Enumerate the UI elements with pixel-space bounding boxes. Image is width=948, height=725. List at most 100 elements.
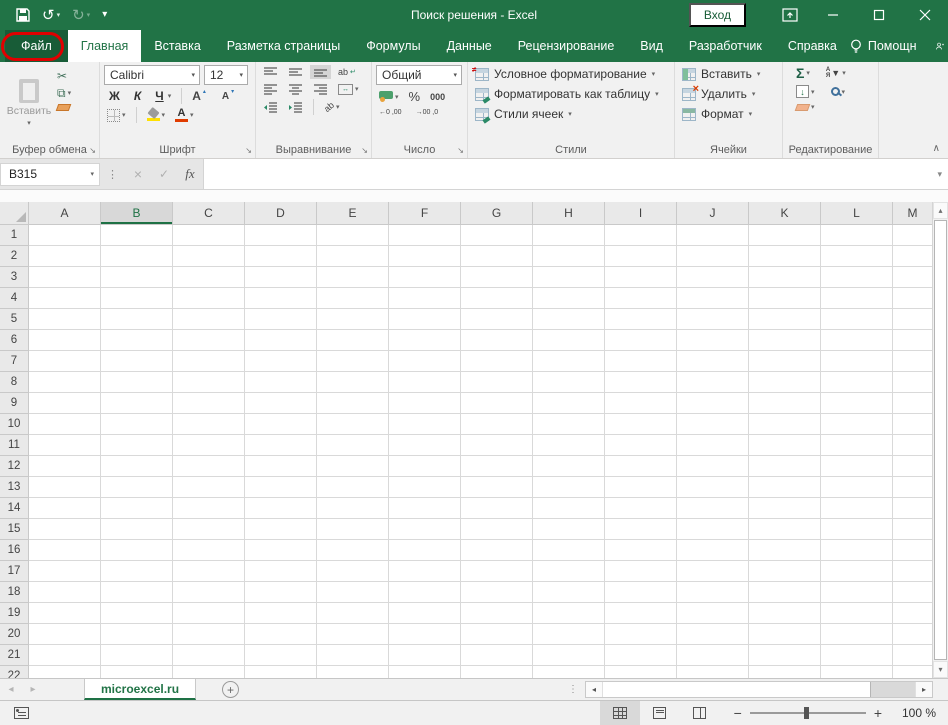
align-left-button[interactable]	[260, 82, 281, 96]
vertical-scrollbar-thumb[interactable]	[934, 220, 947, 660]
decrease-font-size-button[interactable]: А▾	[219, 90, 243, 103]
horizontal-scrollbar-thumb[interactable]	[603, 682, 871, 697]
decrease-indent-button[interactable]	[260, 100, 281, 114]
grid-cell[interactable]	[749, 267, 821, 288]
page-break-view-button[interactable]	[680, 701, 720, 725]
maximize-button[interactable]	[856, 0, 902, 30]
grid-cell[interactable]	[101, 477, 173, 498]
grid-cell[interactable]	[29, 267, 101, 288]
grid-cell[interactable]	[101, 267, 173, 288]
grid-cell[interactable]	[317, 267, 389, 288]
grid-cell[interactable]	[245, 666, 317, 678]
grid-cell[interactable]	[317, 477, 389, 498]
grid-cell[interactable]	[821, 288, 893, 309]
grid-cell[interactable]	[389, 603, 461, 624]
grid-cell[interactable]	[389, 330, 461, 351]
zoom-slider-thumb[interactable]	[804, 707, 809, 719]
grid-cell[interactable]	[821, 414, 893, 435]
grid-cell[interactable]	[533, 456, 605, 477]
grid-cell[interactable]	[749, 624, 821, 645]
name-box[interactable]: B315 ▾	[0, 163, 100, 186]
zoom-slider[interactable]	[750, 712, 866, 714]
row-header[interactable]: 10	[0, 414, 29, 435]
grid-cell[interactable]	[749, 561, 821, 582]
grid-cell[interactable]	[29, 498, 101, 519]
grid-cell[interactable]	[173, 582, 245, 603]
grid-cell[interactable]	[605, 225, 677, 246]
row-header[interactable]: 15	[0, 519, 29, 540]
grid-cell[interactable]	[461, 645, 533, 666]
tab-file[interactable]: Файл	[5, 30, 68, 62]
ribbon-tab-6[interactable]: Вид	[627, 30, 676, 62]
grid-cell[interactable]	[461, 351, 533, 372]
grid-cell[interactable]	[173, 519, 245, 540]
grid-cell[interactable]	[389, 372, 461, 393]
grid-cell[interactable]	[173, 624, 245, 645]
grid-cell[interactable]	[893, 498, 932, 519]
grid-cell[interactable]	[821, 624, 893, 645]
increase-font-size-button[interactable]: А▴	[189, 88, 215, 104]
align-middle-button[interactable]	[285, 65, 306, 79]
column-header[interactable]: E	[317, 202, 389, 225]
bold-button[interactable]: Ж	[104, 88, 125, 104]
grid-cell[interactable]	[173, 225, 245, 246]
clear-button[interactable]: ▾	[793, 102, 818, 112]
normal-view-button[interactable]	[600, 701, 640, 725]
grid-cell[interactable]	[461, 624, 533, 645]
formula-bar-resize-handle[interactable]: ⋮	[100, 168, 125, 181]
grid-cell[interactable]	[173, 414, 245, 435]
grid-cell[interactable]	[821, 603, 893, 624]
column-header[interactable]: I	[605, 202, 677, 225]
grid-cell[interactable]	[821, 225, 893, 246]
grid-cell[interactable]	[893, 288, 932, 309]
grid-cell[interactable]	[605, 267, 677, 288]
grid-cell[interactable]	[173, 435, 245, 456]
grid-cell[interactable]	[893, 582, 932, 603]
select-all-button[interactable]	[0, 202, 29, 225]
grid-cell[interactable]	[461, 540, 533, 561]
grid-cell[interactable]	[893, 603, 932, 624]
minimize-button[interactable]	[810, 0, 856, 30]
grid-cell[interactable]	[677, 414, 749, 435]
grid-cell[interactable]	[821, 477, 893, 498]
grid-cell[interactable]	[173, 498, 245, 519]
grid-cell[interactable]	[173, 246, 245, 267]
grid-cell[interactable]	[533, 540, 605, 561]
grid-cell[interactable]	[893, 477, 932, 498]
cancel-entry-button[interactable]: ×	[125, 166, 151, 182]
column-header[interactable]: J	[677, 202, 749, 225]
grid-cell[interactable]	[101, 456, 173, 477]
grid-cell[interactable]	[173, 372, 245, 393]
grid-cell[interactable]	[533, 330, 605, 351]
grid-cell[interactable]	[101, 582, 173, 603]
grid-cell[interactable]	[605, 477, 677, 498]
grid-cell[interactable]	[821, 435, 893, 456]
column-header[interactable]: C	[173, 202, 245, 225]
grid-cell[interactable]	[101, 414, 173, 435]
grid-cell[interactable]	[893, 246, 932, 267]
format-painter-button[interactable]	[54, 103, 74, 112]
grid-cell[interactable]	[317, 414, 389, 435]
grid-cell[interactable]	[605, 309, 677, 330]
row-header[interactable]: 19	[0, 603, 29, 624]
format-as-table-button[interactable]: Форматировать как таблицу ▾	[472, 85, 670, 103]
grid-cell[interactable]	[101, 519, 173, 540]
grid-cell[interactable]	[893, 225, 932, 246]
grid-cell[interactable]	[821, 393, 893, 414]
grid-cell[interactable]	[605, 645, 677, 666]
grid-cell[interactable]	[101, 351, 173, 372]
grid-cell[interactable]	[317, 582, 389, 603]
scroll-up-button[interactable]: ▴	[933, 202, 948, 219]
scroll-right-button[interactable]: ▸	[915, 682, 932, 697]
grid-cell[interactable]	[461, 666, 533, 678]
grid-cell[interactable]	[29, 393, 101, 414]
grid-cell[interactable]	[749, 372, 821, 393]
grid-cell[interactable]	[533, 477, 605, 498]
grid-cell[interactable]	[245, 330, 317, 351]
grid-cell[interactable]	[677, 603, 749, 624]
grid-cell[interactable]	[317, 309, 389, 330]
align-right-button[interactable]	[310, 82, 331, 96]
column-header[interactable]: D	[245, 202, 317, 225]
grid-cell[interactable]	[245, 603, 317, 624]
grid-cell[interactable]	[245, 498, 317, 519]
